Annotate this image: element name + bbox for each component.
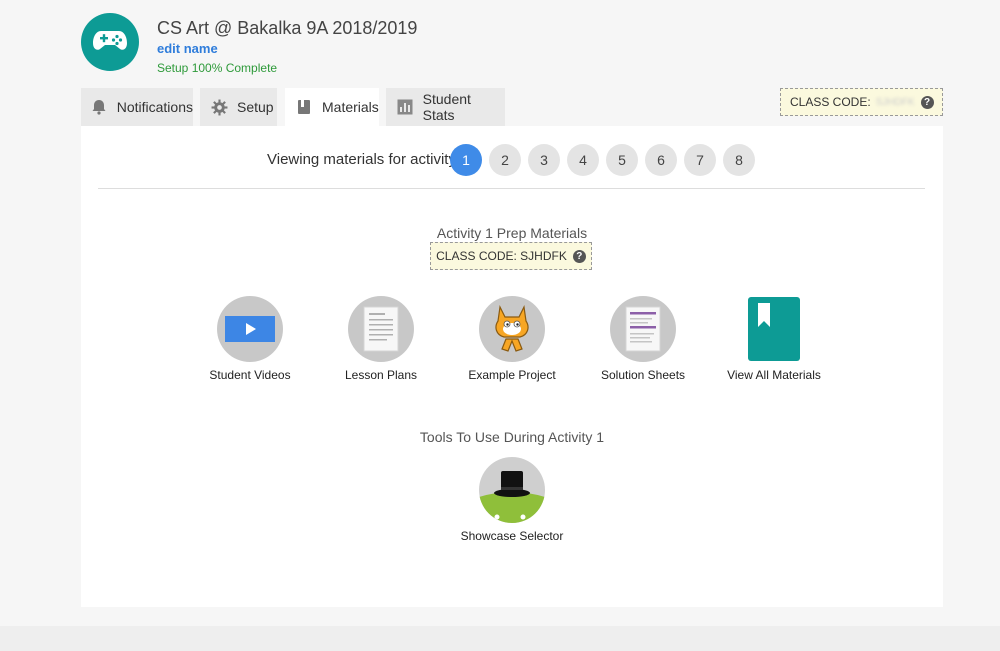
material-label: Solution Sheets — [600, 368, 686, 382]
tools-title: Tools To Use During Activity 1 — [419, 429, 605, 445]
tab-setup[interactable]: Setup — [200, 88, 277, 126]
class-code-value: SJHDFK — [875, 96, 915, 108]
class-code-badge-inline: CLASS CODE: SJHDFK ? — [430, 242, 592, 270]
tab-notifications[interactable]: Notifications — [81, 88, 193, 126]
footer-band — [0, 626, 1000, 651]
class-code-badge: CLASS CODE: SJHDFK ? — [780, 88, 943, 116]
divider — [98, 188, 925, 189]
activity-selector-label: Viewing materials for activity — [267, 151, 456, 168]
material-label: Lesson Plans — [344, 368, 418, 382]
material-lesson-plans[interactable]: Lesson Plans — [321, 296, 441, 382]
document-icon — [348, 296, 414, 362]
class-code-label: CLASS CODE: — [790, 95, 871, 109]
top-hat-icon — [479, 457, 545, 523]
activity-pill-7[interactable]: 7 — [684, 144, 716, 176]
class-avatar — [81, 13, 139, 71]
activity-pill-4[interactable]: 4 — [567, 144, 599, 176]
page-title: CS Art @ Bakalka 9A 2018/2019 — [157, 18, 418, 38]
bar-chart-icon — [396, 98, 414, 116]
activity-pill-1[interactable]: 1 — [450, 144, 482, 176]
solution-sheet-icon — [610, 296, 676, 362]
tab-label: Setup — [237, 99, 274, 115]
material-view-all[interactable]: View All Materials — [714, 296, 834, 382]
gear-icon — [210, 98, 228, 116]
material-solution-sheets[interactable]: Solution Sheets — [583, 296, 703, 382]
activity-pill-6[interactable]: 6 — [645, 144, 677, 176]
help-icon[interactable]: ? — [572, 249, 586, 263]
material-label: Student Videos — [209, 368, 291, 382]
help-icon[interactable]: ? — [920, 95, 934, 109]
bookmark-book-icon — [741, 296, 807, 362]
activity-pill-5[interactable]: 5 — [606, 144, 638, 176]
tab-label: Student Stats — [422, 91, 471, 123]
materials-panel: Viewing materials for activity 1 2 3 4 5… — [81, 126, 943, 607]
material-student-videos[interactable]: Student Videos — [190, 296, 310, 382]
material-example-project[interactable]: Example Project — [452, 296, 572, 382]
class-code-label: CLASS CODE: SJHDFK — [436, 249, 567, 263]
video-play-icon — [217, 296, 283, 362]
edit-name-link[interactable]: edit name — [157, 41, 218, 56]
book-icon — [295, 98, 313, 116]
scratch-cat-icon — [479, 296, 545, 362]
tab-materials[interactable]: Materials — [285, 88, 379, 126]
tab-label: Materials — [322, 99, 379, 115]
prep-materials-title: Activity 1 Prep Materials — [436, 225, 588, 241]
material-label: Example Project — [468, 368, 556, 382]
activity-pill-8[interactable]: 8 — [723, 144, 755, 176]
activity-pill-3[interactable]: 3 — [528, 144, 560, 176]
setup-status: Setup 100% Complete — [157, 61, 278, 75]
material-label: View All Materials — [727, 368, 821, 382]
tool-showcase-selector[interactable]: Showcase Selector — [452, 457, 572, 543]
gamepad-icon — [93, 29, 127, 56]
bell-icon — [91, 98, 108, 116]
tab-label: Notifications — [116, 99, 193, 115]
tab-student-stats[interactable]: Student Stats — [386, 88, 505, 126]
tool-label: Showcase Selector — [460, 529, 564, 543]
activity-pill-2[interactable]: 2 — [489, 144, 521, 176]
